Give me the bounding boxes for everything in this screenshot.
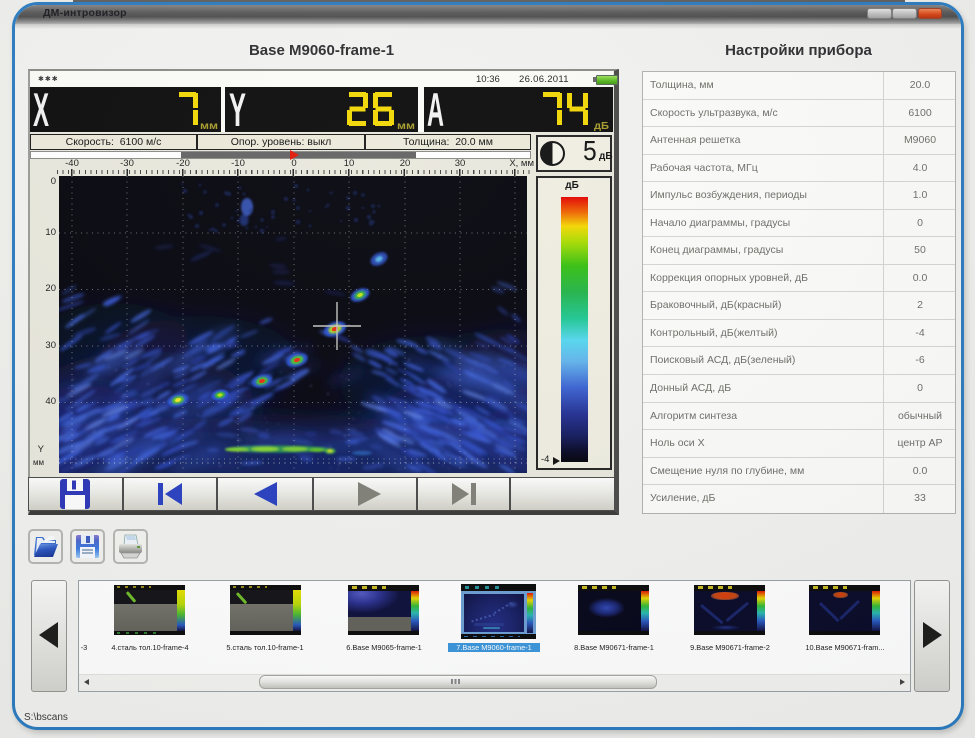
svg-text:Y: Y (229, 87, 246, 132)
svg-text:A: A (427, 87, 444, 132)
svg-text:мм: мм (200, 121, 218, 132)
svg-text:дБ: дБ (594, 121, 609, 132)
svg-text:мм: мм (397, 121, 415, 132)
svg-text:X: X (33, 87, 49, 132)
